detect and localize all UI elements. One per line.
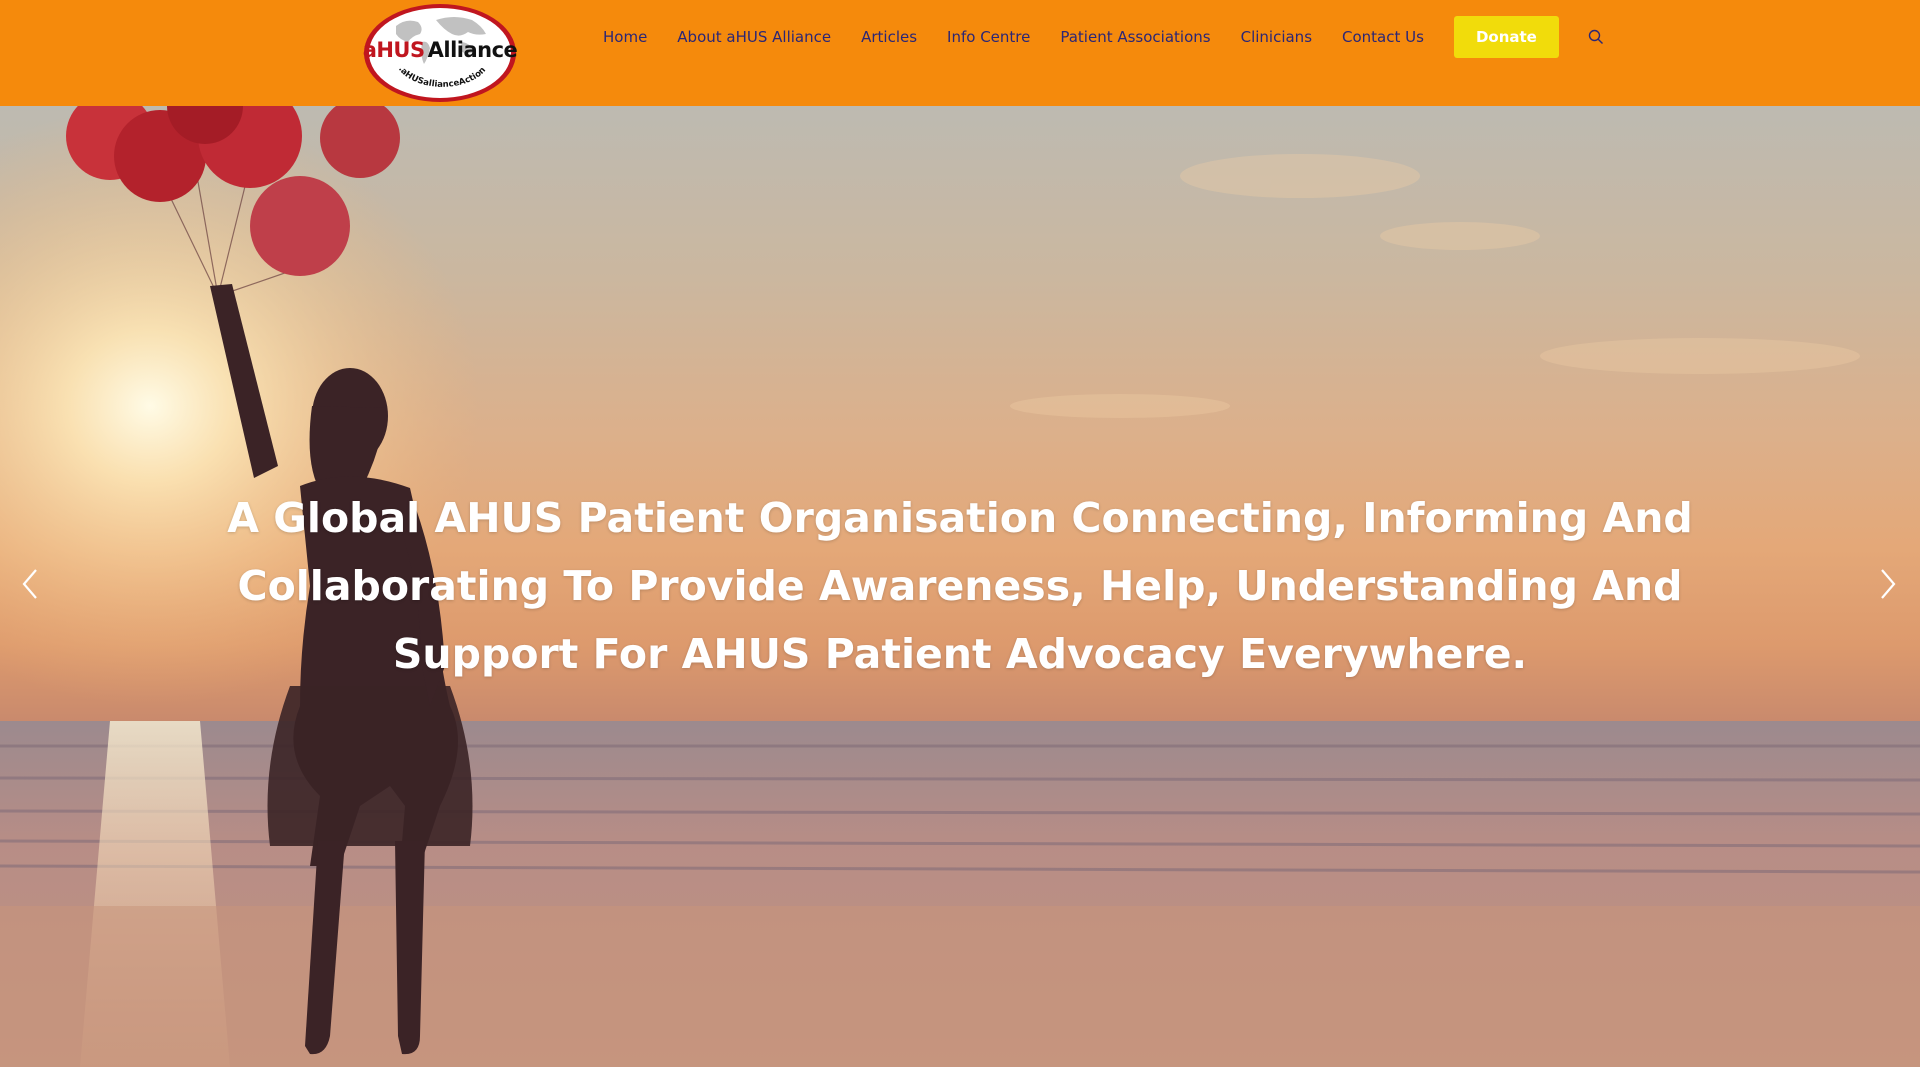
nav-about[interactable]: About aHUS Alliance (662, 0, 846, 74)
donate-button[interactable]: Donate (1453, 16, 1559, 58)
nav-contact-us[interactable]: Contact Us (1327, 0, 1439, 74)
logo-badge: aHUSAlliance www.aHUSallianceAction.org (362, 2, 518, 102)
nav-patient-associations[interactable]: Patient Associations (1045, 0, 1225, 74)
nav-articles[interactable]: Articles (846, 0, 932, 74)
logo-title-suffix: Alliance (428, 38, 518, 62)
main-nav: Home About aHUS Alliance Articles Info C… (588, 0, 1605, 74)
hero-slider: A Global AHUS Patient Organisation Conne… (0, 106, 1920, 1067)
chevron-left-icon[interactable] (16, 564, 44, 604)
site-header: aHUSAlliance www.aHUSallianceAction.org … (0, 0, 1920, 106)
search-icon[interactable] (1587, 28, 1605, 46)
nav-home[interactable]: Home (588, 0, 662, 74)
svg-text:aHUSAlliance: aHUS Alliance (363, 38, 518, 62)
logo-title-prefix: aHUS (363, 38, 425, 62)
site-logo[interactable]: aHUSAlliance www.aHUSallianceAction.org (362, 2, 518, 104)
hero-headline: A Global AHUS Patient Organisation Conne… (227, 494, 1693, 678)
nav-info-centre[interactable]: Info Centre (932, 0, 1045, 74)
nav-clinicians[interactable]: Clinicians (1226, 0, 1327, 74)
chevron-right-icon[interactable] (1874, 564, 1902, 604)
